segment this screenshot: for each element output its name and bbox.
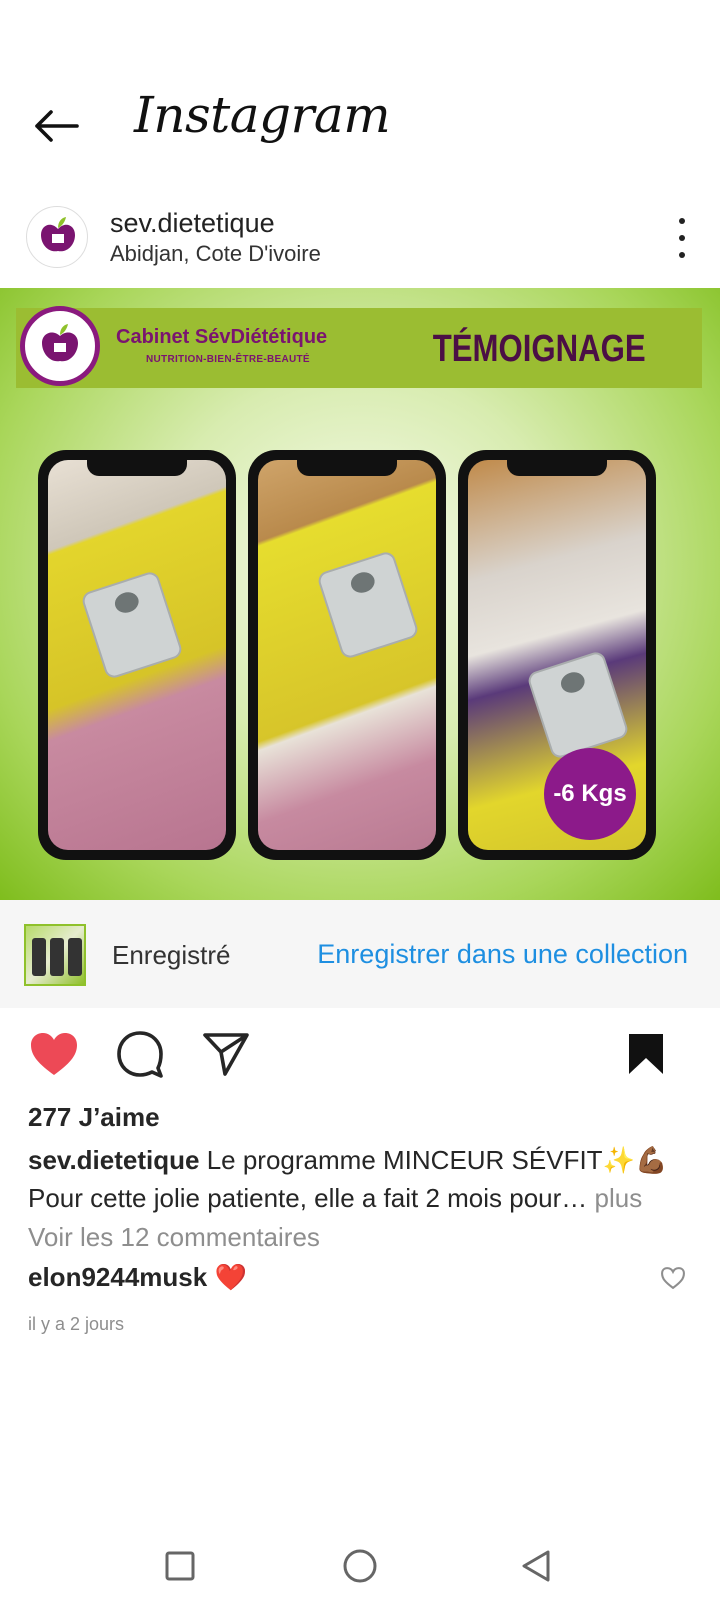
saved-bar: Enregistré Enregistrer dans une collecti…: [0, 900, 720, 1008]
post-caption: sev.dietetique Le programme MINCEUR SÉVF…: [28, 1141, 698, 1217]
comment-like-button[interactable]: [660, 1266, 686, 1292]
like-button[interactable]: [28, 1028, 80, 1080]
view-comments-link[interactable]: Voir les 12 commentaires: [28, 1222, 320, 1253]
bookmark-filled-icon: [629, 1034, 663, 1074]
share-button[interactable]: [200, 1028, 252, 1080]
testimony-tag: TÉMOIGNAGE: [433, 328, 646, 370]
scale-icon: [526, 649, 630, 761]
share-icon: [203, 1033, 249, 1076]
caption-line-1: Le programme MINCEUR SÉVFIT✨💪🏾: [206, 1145, 668, 1175]
apple-logo-icon: [41, 217, 75, 252]
system-nav-bar: [0, 1520, 720, 1612]
heart-outline-icon: [661, 1267, 685, 1290]
brand-logo-icon: [20, 306, 100, 386]
more-options-icon[interactable]: [670, 218, 694, 258]
comment-icon: [117, 1031, 163, 1078]
brand-subtitle: NUTRITION-BIEN-ÊTRE-BEAUTÉ: [146, 354, 310, 365]
comment-text: ❤️: [214, 1262, 247, 1292]
likes-count[interactable]: 277 J’aime: [28, 1102, 160, 1133]
comment-button[interactable]: [114, 1028, 166, 1080]
nav-back-button[interactable]: [510, 1540, 562, 1592]
save-button[interactable]: [620, 1028, 672, 1080]
comment-username[interactable]: elon9244musk: [28, 1262, 207, 1292]
caption-more-link[interactable]: plus: [595, 1183, 643, 1213]
scale-icon: [316, 549, 420, 661]
image-banner: Cabinet SévDiététique NUTRITION-BIEN-ÊTR…: [16, 306, 702, 388]
post-header: sev.dietetique Abidjan, Cote D'ivoire: [0, 200, 720, 288]
caption-username[interactable]: sev.dietetique: [28, 1145, 199, 1175]
saved-label: Enregistré: [112, 940, 231, 970]
post-location[interactable]: Abidjan, Cote D'ivoire: [110, 241, 321, 267]
phone-photo-2: [248, 450, 446, 860]
phone-photo-1: [38, 450, 236, 860]
caption-line-2: Pour cette jolie patiente, elle a fait 2…: [28, 1183, 588, 1213]
post-actions: [0, 1010, 720, 1100]
nav-recents-icon: [165, 1551, 195, 1581]
save-to-collection-link[interactable]: Enregistrer dans une collection: [317, 939, 688, 970]
phone-photo-3: -6 Kgs: [458, 450, 656, 860]
comment-row: elon9244musk ❤️: [28, 1262, 247, 1293]
nav-back-icon: [522, 1550, 550, 1582]
app-header: Instagram: [0, 60, 720, 200]
brand-title: Cabinet SévDiététique: [116, 326, 328, 348]
nav-home-icon: [343, 1549, 377, 1583]
post-timestamp: il y a 2 jours: [28, 1314, 125, 1334]
heart-filled-icon: [31, 1033, 77, 1075]
weight-loss-badge: -6 Kgs: [544, 748, 636, 840]
saved-thumbnail[interactable]: [24, 924, 86, 986]
avatar[interactable]: [26, 206, 88, 268]
post-username[interactable]: sev.dietetique: [110, 208, 275, 239]
nav-home-button[interactable]: [334, 1540, 386, 1592]
nav-recents-button[interactable]: [154, 1540, 206, 1592]
scale-icon: [80, 569, 184, 681]
post-image[interactable]: Cabinet SévDiététique NUTRITION-BIEN-ÊTR…: [0, 288, 720, 900]
app-logo: Instagram: [134, 86, 391, 144]
back-button[interactable]: [28, 104, 84, 148]
back-arrow-icon: [35, 110, 79, 142]
